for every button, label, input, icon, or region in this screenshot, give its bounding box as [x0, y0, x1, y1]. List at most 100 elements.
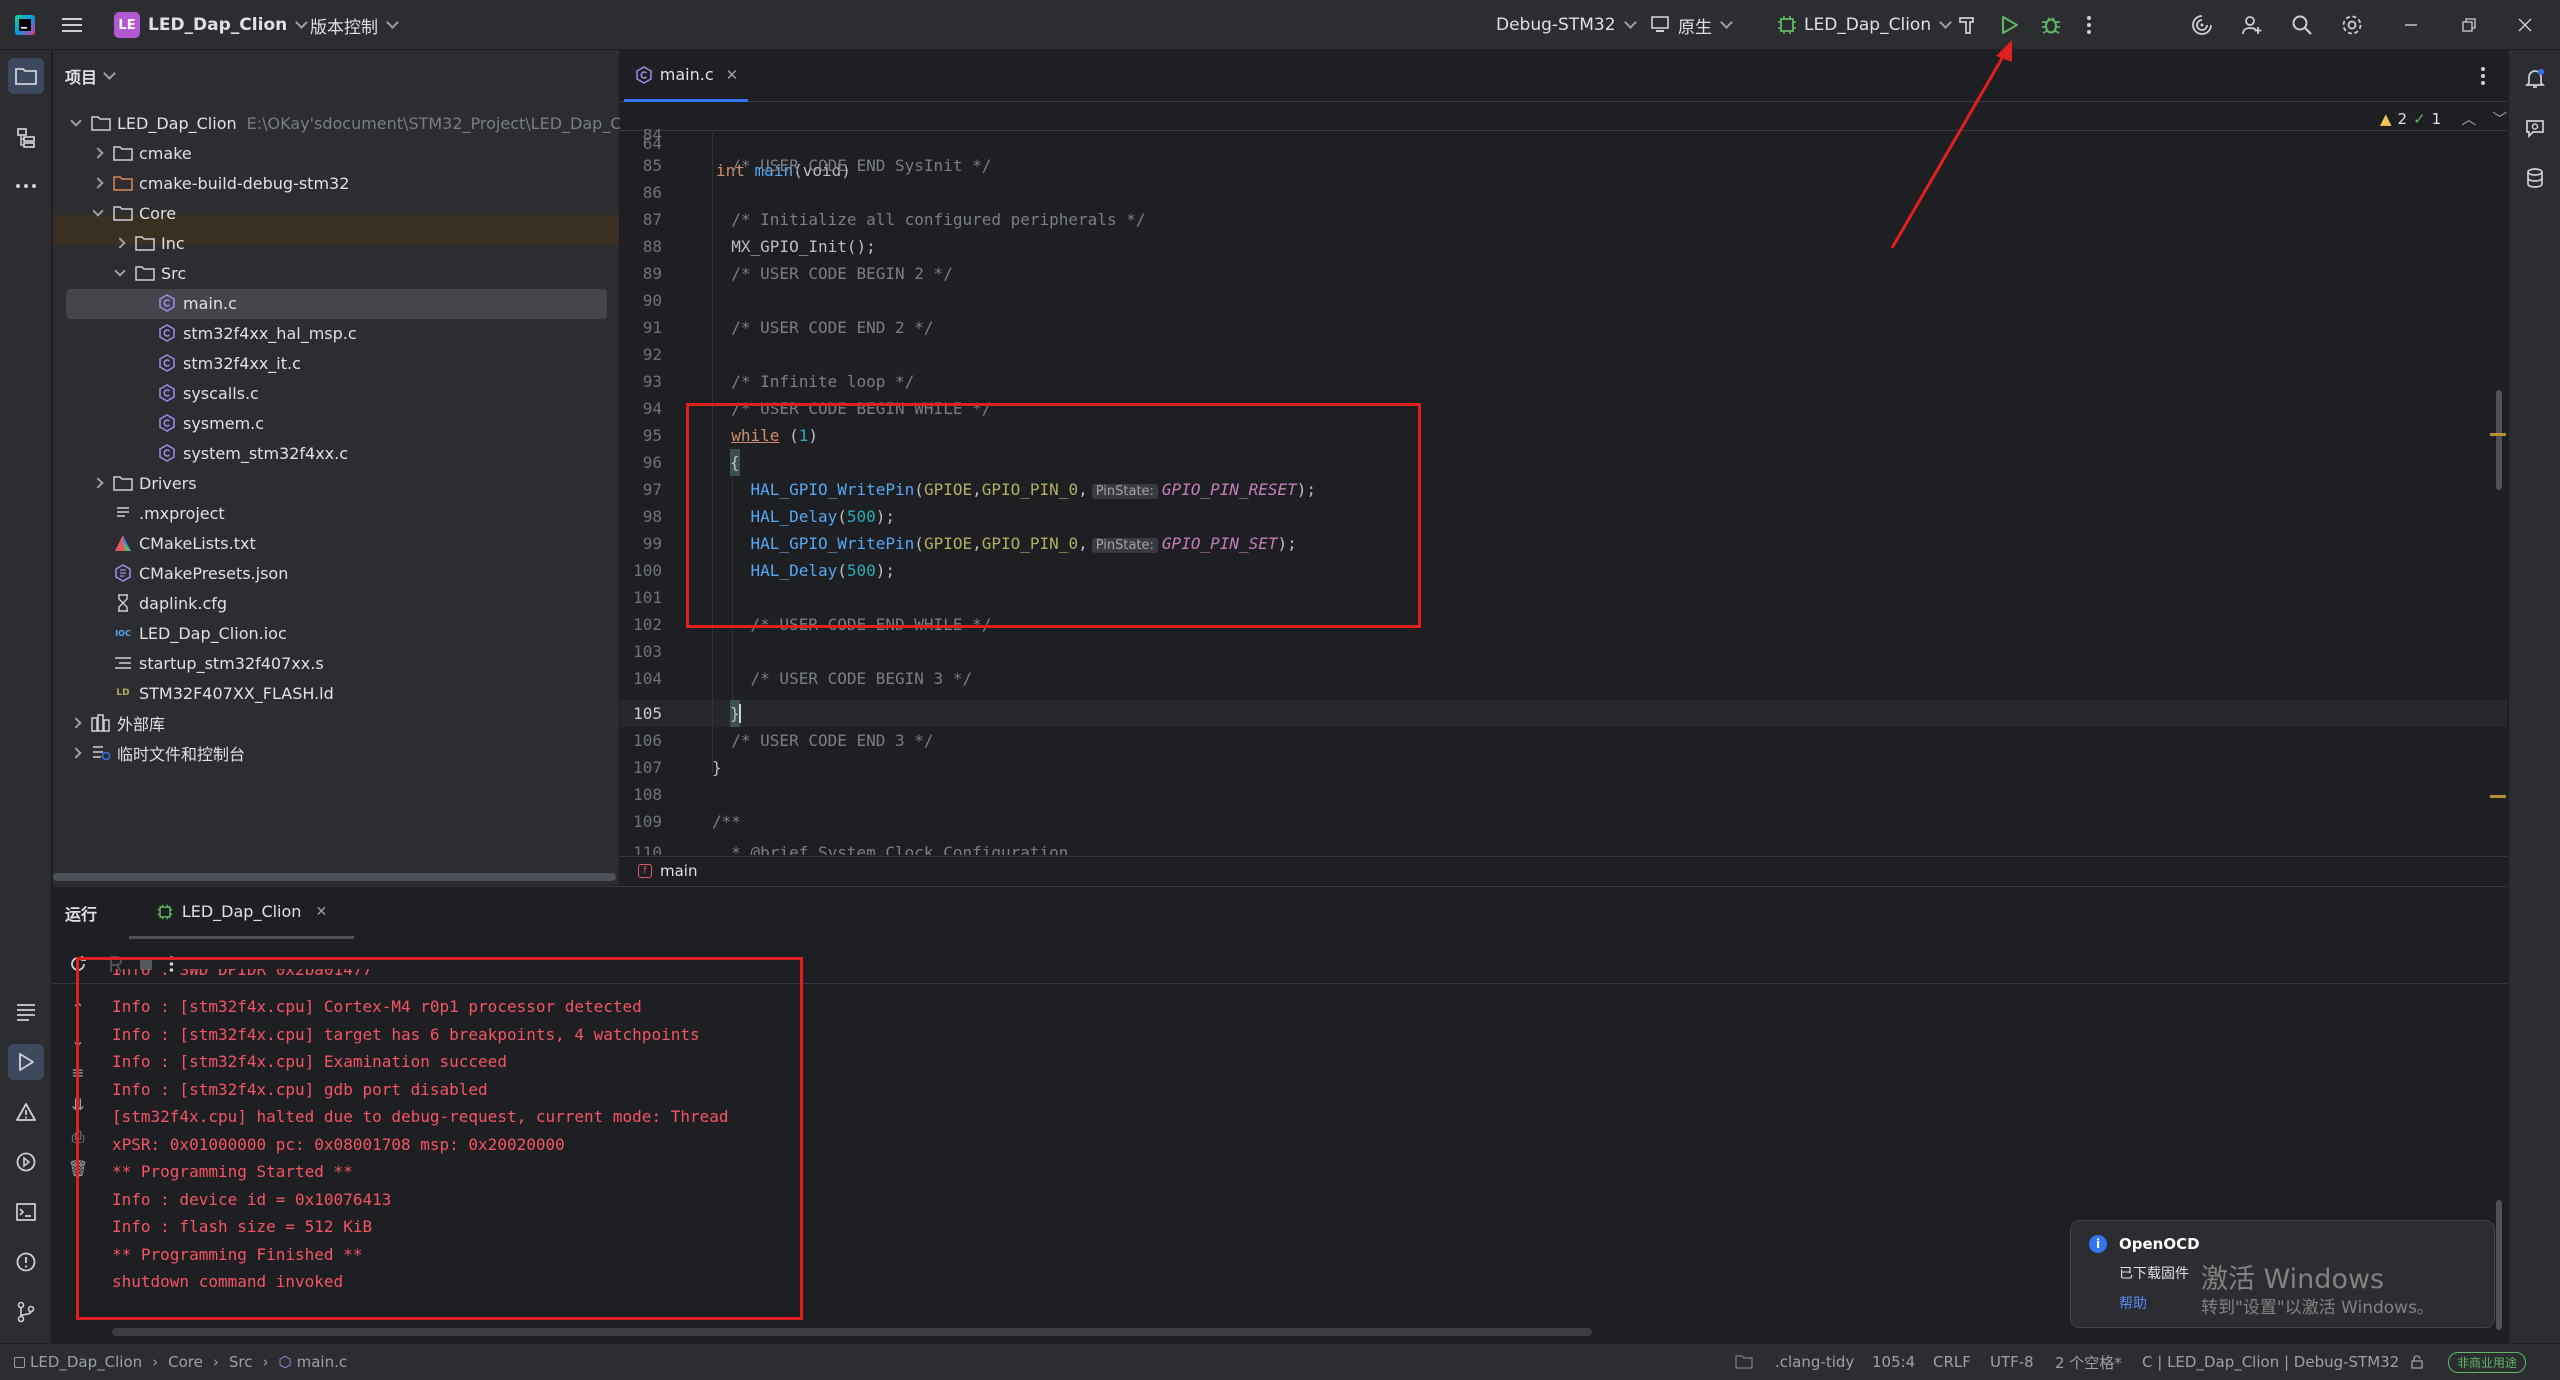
- crumb-project[interactable]: LED_Dap_Clion: [30, 1353, 142, 1371]
- git-branch-icon[interactable]: [8, 1294, 44, 1330]
- settings-gear-icon[interactable]: [2340, 0, 2364, 50]
- lock-icon[interactable]: [2410, 1344, 2424, 1380]
- line-separator[interactable]: CRLF: [1933, 1344, 1971, 1380]
- terminal-icon[interactable]: [8, 1194, 44, 1230]
- console-hscrollbar[interactable]: [112, 1328, 1592, 1336]
- caret-position[interactable]: 105:4: [1872, 1344, 1915, 1380]
- editor-tabs-more-icon[interactable]: [2480, 66, 2486, 86]
- add-user-icon[interactable]: [2240, 0, 2264, 50]
- code-line[interactable]: 86: [620, 179, 2507, 206]
- tree-item[interactable]: syscalls.c: [135, 378, 259, 408]
- tree-item[interactable]: Inc: [113, 228, 185, 258]
- tree-item-label: Drivers: [139, 473, 197, 493]
- code-line[interactable]: 87 /* Initialize all configured peripher…: [620, 206, 2507, 233]
- code-line[interactable]: 90: [620, 287, 2507, 314]
- editor-scrollbar-thumb[interactable]: [2496, 390, 2502, 490]
- project-panel-header[interactable]: 项目: [65, 64, 116, 88]
- prev-highlight-icon[interactable]: ︿: [2461, 108, 2476, 129]
- indent-setting[interactable]: 2 个空格*: [2055, 1344, 2122, 1380]
- code-line[interactable]: 104 /* USER CODE BEGIN 3 */: [620, 665, 2507, 692]
- tree-item[interactable]: CMakeLists.txt: [91, 528, 256, 558]
- tree-item[interactable]: 临时文件和控制台: [69, 738, 245, 768]
- tree-item[interactable]: Src: [113, 258, 186, 288]
- code-line[interactable]: 92: [620, 341, 2507, 368]
- tree-item[interactable]: sysmem.c: [135, 408, 264, 438]
- console-vscrollbar[interactable]: [2496, 1200, 2502, 1330]
- tab-close-icon[interactable]: ✕: [726, 66, 739, 84]
- services-icon[interactable]: [8, 1144, 44, 1180]
- search-icon[interactable]: [2290, 0, 2314, 50]
- notification-popup[interactable]: i OpenOCD 已下载固件 帮助 激活 Windows 转到"设置"以激活 …: [2070, 1220, 2495, 1328]
- close-icon[interactable]: ✕: [315, 904, 327, 920]
- restore-window-icon[interactable]: [2462, 0, 2476, 50]
- tree-item-label: 临时文件和控制台: [117, 745, 246, 764]
- inspection-widget[interactable]: ▲ 2 ✓ 1 ︿ ﹀: [2380, 108, 2507, 129]
- file-encoding[interactable]: UTF-8: [1990, 1344, 2034, 1380]
- tree-item[interactable]: Drivers: [91, 468, 197, 498]
- tree-item[interactable]: cmake-build-debug-stm32: [91, 168, 349, 198]
- tree-root[interactable]: LED_Dap_Clion E:\OKay'sdocument\STM32_Pr…: [69, 108, 650, 138]
- problems-warning-icon[interactable]: [8, 1094, 44, 1130]
- tree-item[interactable]: CMakePresets.json: [91, 558, 288, 588]
- tree-item[interactable]: daplink.cfg: [91, 588, 227, 618]
- tree-item[interactable]: Core: [91, 198, 176, 228]
- tree-item[interactable]: cmake: [91, 138, 192, 168]
- code-line[interactable]: 91 /* USER CODE END 2 */: [620, 314, 2507, 341]
- more-actions-icon[interactable]: [2086, 0, 2092, 50]
- tree-item[interactable]: LD STM32F407XX_FLASH.ld: [91, 678, 333, 708]
- sticky-header[interactable]: 64 int main(void): [620, 103, 2507, 180]
- crumb-file[interactable]: main.c: [297, 1353, 348, 1371]
- crumb-core[interactable]: Core: [168, 1353, 203, 1371]
- code-line[interactable]: 108: [620, 781, 2507, 808]
- code-line[interactable]: 110 * @brief System Clock Configuration: [620, 835, 2507, 855]
- minimize-window-icon[interactable]: [2404, 0, 2418, 50]
- app-logo-icon[interactable]: [14, 0, 36, 50]
- tab-main-c[interactable]: main.c ✕: [624, 50, 748, 102]
- ai-chat-icon[interactable]: [2517, 110, 2553, 146]
- project-switcher[interactable]: LE LED_Dap_Clion: [114, 0, 309, 50]
- crumb-src[interactable]: Src: [229, 1353, 253, 1371]
- notification-help-link[interactable]: 帮助: [2119, 1293, 2147, 1313]
- tree-item[interactable]: stm32f4xx_hal_msp.c: [135, 318, 357, 348]
- main-menu-icon[interactable]: [62, 0, 82, 50]
- code-line[interactable]: 107}: [620, 754, 2507, 781]
- structure-icon[interactable]: [8, 120, 44, 156]
- tree-item[interactable]: 外部库: [69, 708, 165, 738]
- code-line[interactable]: 103: [620, 638, 2507, 665]
- tree-item[interactable]: main.c: [135, 288, 237, 318]
- tree-item[interactable]: .mxproject: [91, 498, 225, 528]
- run-config-tab[interactable]: LED_Dap_Clion ✕: [129, 887, 354, 939]
- notifications-bell-icon[interactable]: [2517, 60, 2553, 96]
- code-line[interactable]: 105}: [620, 700, 2507, 727]
- code-line[interactable]: 93 /* Infinite loop */: [620, 368, 2507, 395]
- code-line[interactable]: 88 MX_GPIO_Init();: [620, 233, 2507, 260]
- toolchain-selector[interactable]: 原生: [1650, 0, 1733, 50]
- code-line[interactable]: 109 /**: [620, 808, 2507, 835]
- tree-item[interactable]: stm32f4xx_it.c: [135, 348, 301, 378]
- tree-item[interactable]: startup_stm32f407xx.s: [91, 648, 324, 678]
- project-folder-icon[interactable]: [8, 58, 44, 94]
- folder-status-icon[interactable]: [1735, 1344, 1753, 1380]
- tree-item[interactable]: system_stm32f4xx.c: [135, 438, 348, 468]
- run-tool-icon[interactable]: [8, 1044, 44, 1080]
- debug-button[interactable]: [2040, 0, 2062, 50]
- database-icon[interactable]: [2517, 160, 2553, 196]
- vcs-menu[interactable]: 版本控制: [310, 0, 399, 50]
- more-tools-icon[interactable]: [8, 168, 44, 204]
- ai-assistant-icon[interactable]: [2190, 0, 2214, 50]
- notifications-alert-icon[interactable]: [8, 1244, 44, 1280]
- license-badge[interactable]: 非商业用途: [2448, 1344, 2527, 1380]
- project-hscrollbar[interactable]: [53, 873, 616, 881]
- close-window-icon[interactable]: [2518, 0, 2532, 50]
- code-line[interactable]: 84: [620, 129, 2507, 145]
- next-highlight-icon[interactable]: ﹀: [2492, 108, 2507, 129]
- breadcrumb-function[interactable]: main: [660, 862, 697, 880]
- code-line[interactable]: 89 /* USER CODE BEGIN 2 */: [620, 260, 2507, 287]
- linter-status[interactable]: .clang-tidy: [1775, 1344, 1854, 1380]
- resolve-context[interactable]: C | LED_Dap_Clion | Debug-STM32: [2142, 1344, 2399, 1380]
- code-line[interactable]: 106 /* USER CODE END 3 */: [620, 727, 2507, 754]
- code-line[interactable]: 85 /* USER CODE END SysInit */: [620, 152, 2507, 179]
- run-config-selector[interactable]: Debug-STM32: [1496, 0, 1637, 50]
- todo-list-icon[interactable]: [8, 994, 44, 1030]
- tree-item[interactable]: IOC LED_Dap_Clion.ioc: [91, 618, 287, 648]
